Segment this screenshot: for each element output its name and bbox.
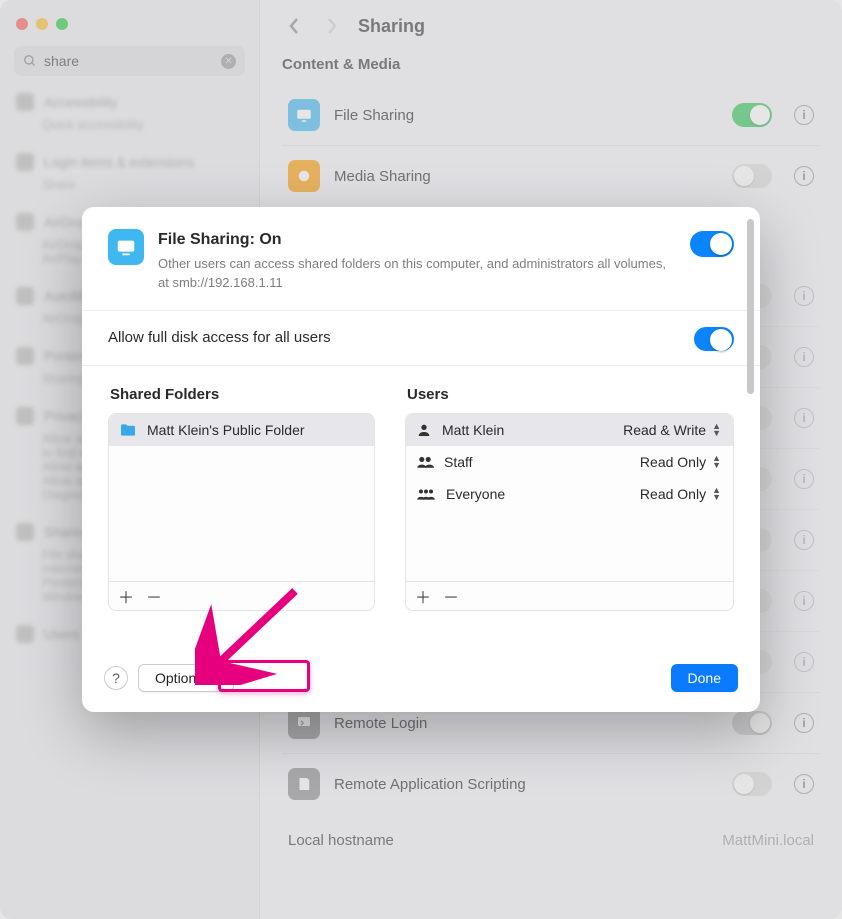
group-icon	[416, 454, 434, 470]
remote-login-label: Remote Login	[334, 715, 718, 732]
chevron-updown-icon: ▲▼	[712, 423, 721, 437]
remote-login-toggle[interactable]	[732, 711, 772, 735]
user-item[interactable]: Everyone Read Only ▲▼	[406, 478, 733, 510]
shared-folders-header: Shared Folders	[108, 386, 375, 413]
user-item[interactable]: Staff Read Only ▲▼	[406, 446, 733, 478]
remote-scripting-row[interactable]: Remote Application Scripting i	[282, 753, 820, 814]
allow-full-disk-toggle[interactable]	[694, 327, 734, 351]
minimize-window-icon[interactable]	[36, 18, 48, 30]
remove-folder-button[interactable]: －	[143, 586, 165, 606]
allow-full-disk-row: Allow full disk access for all users	[82, 310, 760, 366]
clear-search-icon[interactable]: ✕	[221, 54, 236, 69]
file-sharing-label: File Sharing	[334, 107, 718, 124]
media-sharing-label: Media Sharing	[334, 168, 718, 185]
users-column: Users Matt Klein Read & Write ▲▼	[405, 386, 734, 611]
window-controls	[0, 12, 259, 42]
options-button[interactable]: Options…	[138, 664, 234, 692]
media-sharing-icon	[288, 160, 320, 192]
shared-folder-name: Matt Klein's Public Folder	[147, 422, 305, 438]
media-sharing-toggle[interactable]	[732, 164, 772, 188]
zoom-window-icon[interactable]	[56, 18, 68, 30]
shared-folder-item[interactable]: Matt Klein's Public Folder	[109, 414, 374, 446]
everyone-icon	[416, 486, 436, 502]
scripting-icon	[288, 768, 320, 800]
back-button[interactable]	[282, 14, 306, 38]
local-hostname-value: MattMini.local	[722, 832, 814, 849]
forward-button[interactable]	[320, 14, 344, 38]
shared-folders-list[interactable]: Matt Klein's Public Folder ＋ －	[108, 413, 375, 611]
add-folder-button[interactable]: ＋	[115, 586, 137, 606]
modal-desc: Other users can access shared folders on…	[158, 256, 666, 289]
users-header: Users	[405, 386, 734, 413]
add-user-button[interactable]: ＋	[412, 586, 434, 606]
search-field-wrap: ✕	[14, 46, 245, 76]
remote-scripting-toggle[interactable]	[732, 772, 772, 796]
chevron-updown-icon: ▲▼	[712, 455, 721, 469]
done-button[interactable]: Done	[671, 664, 738, 692]
shared-folders-column: Shared Folders Matt Klein's Public Folde…	[108, 386, 375, 611]
user-item[interactable]: Matt Klein Read & Write ▲▼	[406, 414, 733, 446]
user-permission-select[interactable]: Read Only ▲▼	[640, 486, 723, 502]
local-hostname-label: Local hostname	[288, 832, 394, 849]
file-sharing-info-icon[interactable]: i	[794, 105, 814, 125]
file-sharing-toggle[interactable]	[732, 103, 772, 127]
search-icon	[23, 54, 37, 71]
modal-scrollbar[interactable]	[747, 219, 754, 394]
file-sharing-icon	[288, 99, 320, 131]
file-sharing-modal: File Sharing: On Other users can access …	[82, 207, 760, 712]
remote-scripting-info-icon[interactable]: i	[794, 774, 814, 794]
media-sharing-row[interactable]: Media Sharing i	[282, 145, 820, 206]
help-button[interactable]: ?	[104, 666, 128, 690]
user-permission-select[interactable]: Read Only ▲▼	[640, 454, 723, 470]
allow-full-disk-label: Allow full disk access for all users	[108, 329, 331, 346]
media-sharing-info-icon[interactable]: i	[794, 166, 814, 186]
search-input[interactable]	[14, 46, 245, 76]
remove-user-button[interactable]: －	[440, 586, 462, 606]
user-permission-select[interactable]: Read & Write ▲▼	[623, 422, 723, 438]
user-name: Staff	[444, 454, 473, 470]
file-sharing-row[interactable]: File Sharing i	[282, 85, 820, 145]
close-window-icon[interactable]	[16, 18, 28, 30]
user-name: Everyone	[446, 486, 505, 502]
remote-login-info-icon[interactable]: i	[794, 713, 814, 733]
page-title: Sharing	[358, 16, 425, 37]
person-icon	[416, 422, 432, 438]
section-content-media: Content & Media	[282, 56, 820, 73]
file-sharing-master-toggle[interactable]	[690, 231, 734, 257]
users-list[interactable]: Matt Klein Read & Write ▲▼ Staff	[405, 413, 734, 611]
folder-icon	[119, 423, 137, 437]
remote-scripting-label: Remote Application Scripting	[334, 776, 718, 793]
modal-title: File Sharing: On	[158, 229, 676, 251]
file-sharing-large-icon	[108, 229, 144, 265]
user-name: Matt Klein	[442, 422, 504, 438]
chevron-updown-icon: ▲▼	[712, 487, 721, 501]
local-hostname-row: Local hostname MattMini.local	[282, 814, 820, 867]
